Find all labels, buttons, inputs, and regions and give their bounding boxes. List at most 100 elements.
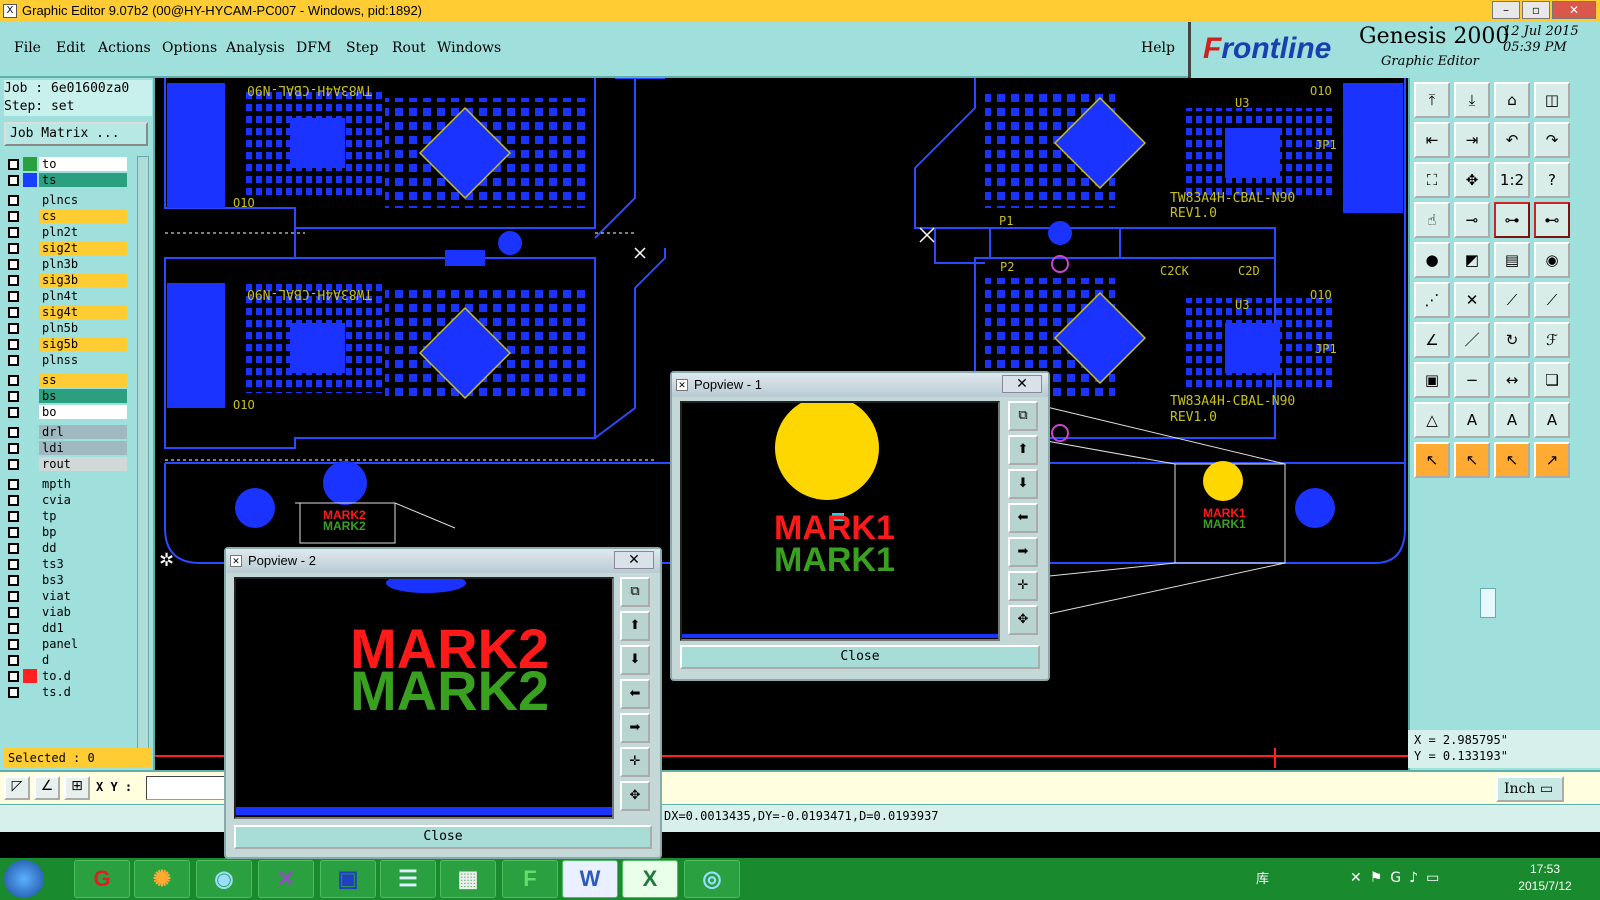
tool-ruler-icon[interactable]: ▤: [1494, 242, 1530, 278]
layer-row[interactable]: sig2t: [4, 240, 142, 256]
ime-indicator[interactable]: 库: [1256, 868, 1269, 887]
tool-pointer3-icon[interactable]: ↖: [1494, 442, 1530, 478]
tool-square-icon[interactable]: ▣: [1414, 362, 1450, 398]
taskbar-calculator-icon[interactable]: ▦: [440, 860, 496, 898]
tool-center-icon[interactable]: ✥: [1454, 162, 1490, 198]
layer-row[interactable]: mpth: [4, 476, 142, 492]
popview-2-zoom-out-icon[interactable]: ✥: [620, 781, 650, 811]
layer-checkbox[interactable]: [8, 459, 19, 470]
layer-checkbox[interactable]: [8, 687, 19, 698]
popview-2-pan-right-icon[interactable]: ➡: [620, 713, 650, 743]
popview-2-close-icon[interactable]: ✕: [614, 551, 654, 569]
xy-input[interactable]: [146, 776, 226, 800]
tool-home-top-icon[interactable]: ⤒: [1414, 82, 1450, 118]
layer-row[interactable]: cs: [4, 208, 142, 224]
layer-checkbox[interactable]: [8, 479, 19, 490]
popview-1-zoom-out-icon[interactable]: ✥: [1008, 605, 1038, 635]
layer-checkbox[interactable]: [8, 495, 19, 506]
taskbar-f-icon[interactable]: F: [502, 860, 558, 898]
layer-row[interactable]: pln4t: [4, 288, 142, 304]
tool-left-icon[interactable]: ⇤: [1414, 122, 1450, 158]
layer-row[interactable]: to.d: [4, 668, 142, 684]
menu-edit[interactable]: Edit: [56, 40, 85, 56]
tool-minus-icon[interactable]: −: [1454, 362, 1490, 398]
tool-tri2-icon[interactable]: A: [1454, 402, 1490, 438]
layer-row[interactable]: cvia: [4, 492, 142, 508]
layer-row[interactable]: pln2t: [4, 224, 142, 240]
layer-row[interactable]: bs3: [4, 572, 142, 588]
tool-line2-icon[interactable]: ⟋: [1534, 282, 1570, 318]
popview-2-pan-left-icon[interactable]: ⬅: [620, 679, 650, 709]
units-dropdown[interactable]: Inch ▭: [1496, 776, 1564, 802]
tool-tri3-icon[interactable]: A: [1494, 402, 1530, 438]
layer-checkbox[interactable]: [8, 639, 19, 650]
tool-dim-icon[interactable]: ↔: [1494, 362, 1530, 398]
layer-row[interactable]: tp: [4, 508, 142, 524]
layer-row[interactable]: sig3b: [4, 272, 142, 288]
layer-row[interactable]: pln5b: [4, 320, 142, 336]
tool-pointer-icon[interactable]: ↖: [1414, 442, 1450, 478]
popview-2-close-button[interactable]: Close: [234, 825, 652, 849]
grid-icon[interactable]: ⊞: [64, 776, 90, 800]
popview-1-zoom-in-icon[interactable]: ✛: [1008, 571, 1038, 601]
job-matrix-button[interactable]: Job Matrix ...: [4, 122, 148, 146]
tool-pointer2-icon[interactable]: ↖: [1454, 442, 1490, 478]
close-window-button[interactable]: ✕: [1552, 1, 1596, 19]
menu-dfm[interactable]: DFM: [296, 40, 331, 56]
taskbar-app-icon[interactable]: G: [74, 860, 130, 898]
tool-home-icon[interactable]: ⌂: [1494, 82, 1530, 118]
angle-icon[interactable]: ∠: [34, 776, 60, 800]
layer-checkbox[interactable]: [8, 591, 19, 602]
layer-row[interactable]: ts3: [4, 556, 142, 572]
popview-1-pan-left-icon[interactable]: ⬅: [1008, 503, 1038, 533]
tool-line-icon[interactable]: ⟋: [1494, 282, 1530, 318]
layer-row[interactable]: ldi: [4, 440, 142, 456]
layer-row[interactable]: viat: [4, 588, 142, 604]
tool-tri4-icon[interactable]: A: [1534, 402, 1570, 438]
popview-1-pan-down-icon[interactable]: ⬇: [1008, 469, 1038, 499]
taskbar-eye-icon[interactable]: ◉: [196, 860, 252, 898]
popview-1-pan-up-icon[interactable]: ⬆: [1008, 435, 1038, 465]
layer-checkbox[interactable]: [8, 339, 19, 350]
popview-1-close-icon[interactable]: ✕: [1002, 375, 1042, 393]
tool-hand-icon[interactable]: ☝: [1414, 202, 1450, 238]
popview-1-close-button[interactable]: Close: [680, 645, 1040, 669]
menu-rout[interactable]: Rout: [392, 40, 426, 56]
popview-1-zoom-window-icon[interactable]: ⧉: [1008, 401, 1038, 431]
layer-row[interactable]: ss: [4, 372, 142, 388]
tool-arc-icon[interactable]: ↻: [1494, 322, 1530, 358]
layer-checkbox[interactable]: [8, 443, 19, 454]
tool-cross-icon[interactable]: ✕: [1454, 282, 1490, 318]
layer-checkbox[interactable]: [8, 323, 19, 334]
layer-checkbox[interactable]: [8, 543, 19, 554]
taskbar-save-icon[interactable]: ▣: [320, 860, 376, 898]
layer-row[interactable]: bs: [4, 388, 142, 404]
tool-dot-icon[interactable]: ◉: [1534, 242, 1570, 278]
layer-row[interactable]: panel: [4, 636, 142, 652]
tool-ff-icon[interactable]: ℱ: [1534, 322, 1570, 358]
layer-row[interactable]: dd: [4, 540, 142, 556]
menu-options[interactable]: Options: [162, 40, 217, 56]
layer-checkbox[interactable]: [8, 375, 19, 386]
layer-checkbox[interactable]: [8, 559, 19, 570]
tool-fit-icon[interactable]: ⛶: [1414, 162, 1450, 198]
tool-right-icon[interactable]: ⇥: [1454, 122, 1490, 158]
layer-row[interactable]: sig4t: [4, 304, 142, 320]
tool-help-icon[interactable]: ?: [1534, 162, 1570, 198]
layer-checkbox[interactable]: [8, 427, 19, 438]
taskbar-viewer-icon[interactable]: ◎: [684, 860, 740, 898]
layer-checkbox[interactable]: [8, 575, 19, 586]
taskbar-genesis-icon[interactable]: ✕: [258, 860, 314, 898]
layer-checkbox[interactable]: [8, 307, 19, 318]
tool-undo-icon[interactable]: ↶: [1494, 122, 1530, 158]
layer-checkbox[interactable]: [8, 391, 19, 402]
layer-row[interactable]: bo: [4, 404, 142, 420]
tool-angle-icon[interactable]: ∠: [1414, 322, 1450, 358]
tool-group-icon[interactable]: ❏: [1534, 362, 1570, 398]
layer-checkbox[interactable]: [8, 355, 19, 366]
menu-help[interactable]: Help: [1141, 40, 1175, 56]
layer-checkbox[interactable]: [8, 671, 19, 682]
layer-checkbox[interactable]: [8, 175, 19, 186]
minimize-button[interactable]: –: [1492, 1, 1520, 19]
maximize-button[interactable]: ▫: [1522, 1, 1550, 19]
